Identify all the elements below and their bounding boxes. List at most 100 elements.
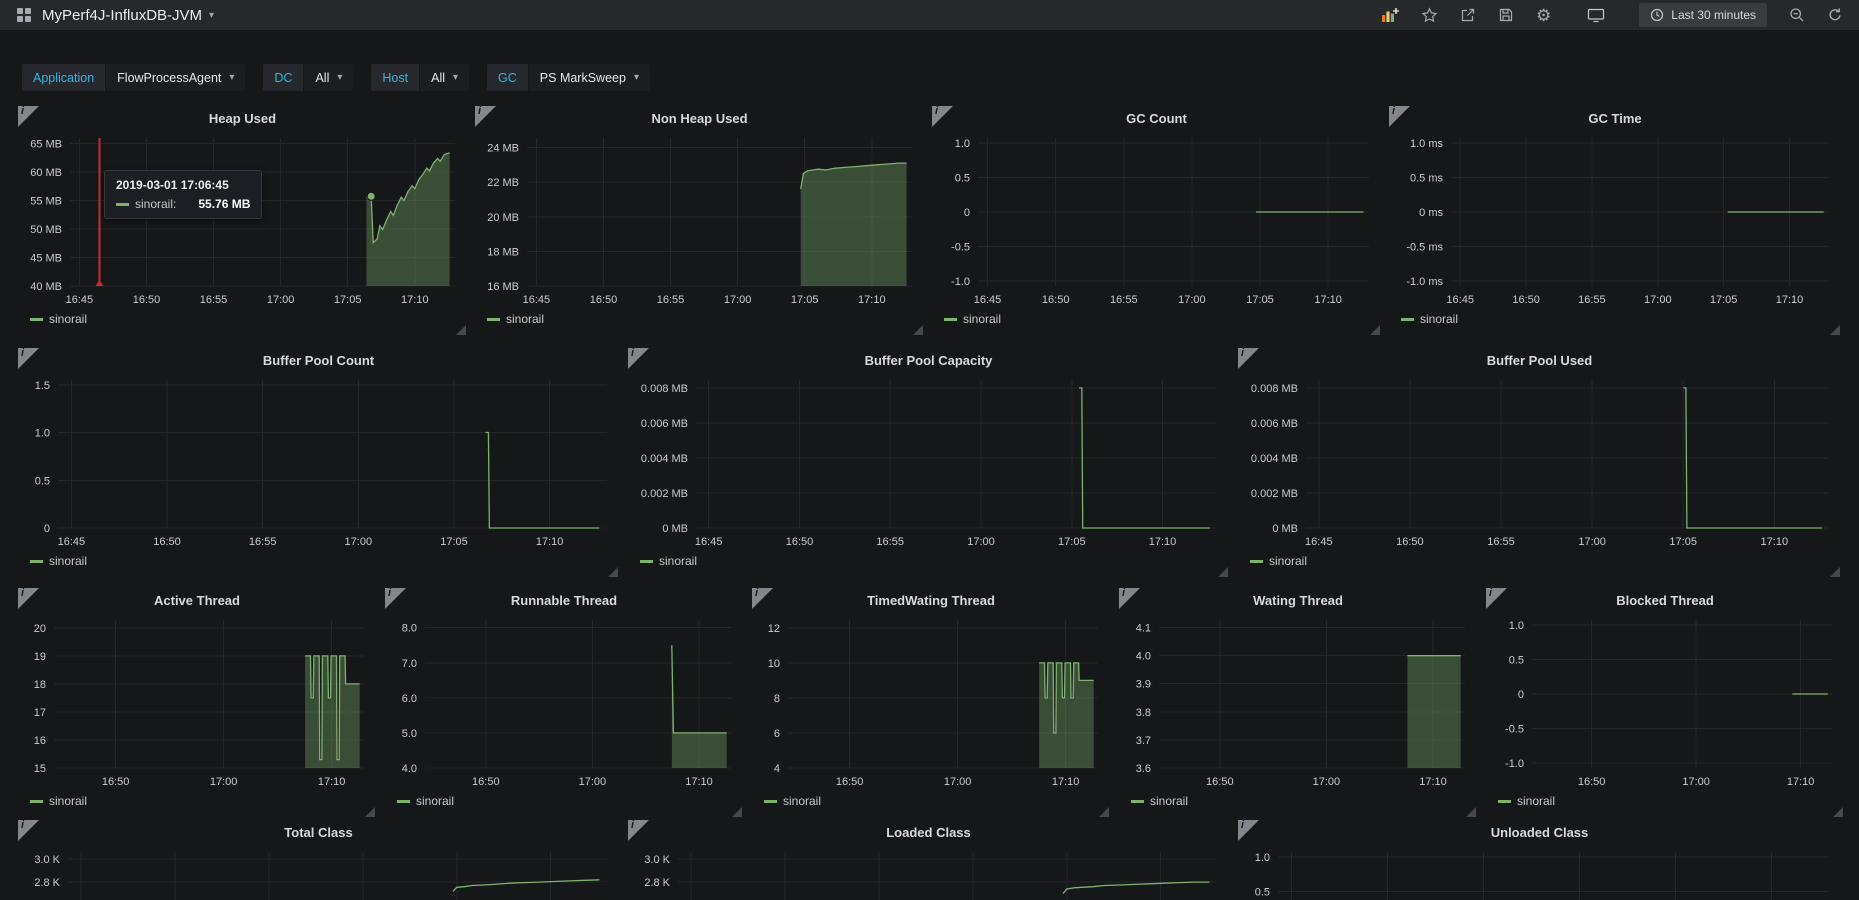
panel-chart[interactable]: 16:45 16:50 16:55 17:00 17:05 17:10 0.008 MB 0.…	[1238, 376, 1841, 552]
variable-value-dropdown[interactable]: All	[303, 64, 354, 91]
legend-series-label[interactable]: sinorail	[49, 794, 87, 808]
panel-title[interactable]: Wating Thread	[1119, 588, 1477, 614]
panel-info-icon[interactable]	[18, 819, 39, 841]
panel-chart[interactable]: 16:45 16:50 16:55 17:00 17:05 17:10 1.5 1.0 0.5 0	[18, 376, 619, 552]
legend-series-label[interactable]: sinorail	[49, 554, 87, 568]
panel-chart[interactable]: 16:4516:5016:5517:0017:0517:103.0 K2.8 K…	[628, 848, 1229, 900]
time-range-button[interactable]: Last 30 minutes	[1639, 3, 1767, 27]
panel-chart[interactable]: 16:50 17:00 17:10 4.1 4.0 3.9 3.8 3.7 3.6	[1119, 616, 1477, 792]
panel-resize-handle[interactable]	[1830, 567, 1840, 577]
variable-value-dropdown[interactable]: FlowProcessAgent	[105, 64, 246, 91]
panel-resize-handle[interactable]	[1830, 325, 1840, 335]
panel-info-icon[interactable]	[628, 347, 649, 369]
panel-resize-handle[interactable]	[913, 325, 923, 335]
variable-label[interactable]: DC	[263, 64, 304, 91]
variable-value-dropdown[interactable]: PS MarkSweep	[527, 64, 650, 91]
panel-chart[interactable]: 16:4516:5016:5517:0017:0517:103.0 K2.8 K…	[18, 848, 619, 900]
panel-info-icon[interactable]	[1389, 105, 1410, 127]
settings-icon[interactable]: ⚙	[1536, 7, 1551, 24]
variable-label[interactable]: Application	[22, 64, 106, 91]
tv-icon[interactable]	[1587, 7, 1605, 23]
panel-info-icon[interactable]	[932, 105, 953, 127]
legend-series-label[interactable]: sinorail	[1517, 794, 1555, 808]
panel-info-icon[interactable]	[1238, 819, 1259, 841]
panel-title[interactable]: Buffer Pool Capacity	[628, 348, 1229, 374]
panel-info-icon[interactable]	[475, 105, 496, 127]
dashboard-title[interactable]: MyPerf4J-InfluxDB-JVM	[42, 7, 202, 24]
legend-series-label[interactable]: sinorail	[1150, 794, 1188, 808]
panel-resize-handle[interactable]	[1466, 807, 1476, 817]
panel-chart[interactable]: 16:45 16:50 16:55 17:00 17:05 17:10 40 MB 45 MB…	[18, 134, 467, 310]
panel-resize-handle[interactable]	[732, 807, 742, 817]
panel-chart[interactable]: 16:45 16:50 16:55 17:00 17:05 17:10 16 MB 18 MB…	[475, 134, 924, 310]
panel-chart[interactable]: 16:4516:5016:5517:0017:0517:101.00.50-0.…	[1238, 848, 1841, 900]
legend-series-label[interactable]: sinorail	[963, 312, 1001, 326]
panel-chart[interactable]: 16:4516:5016:5517:0017:0517:101.00.50-0.…	[932, 134, 1381, 310]
variable-host: Host All	[371, 64, 470, 91]
panel-resize-handle[interactable]	[456, 325, 466, 335]
panel-title[interactable]: Loaded Class	[628, 820, 1229, 846]
legend-series-label[interactable]: sinorail	[1269, 554, 1307, 568]
panel-resize-handle[interactable]	[1833, 807, 1843, 817]
panel-title[interactable]: Buffer Pool Used	[1238, 348, 1841, 374]
legend-series-label[interactable]: sinorail	[49, 312, 87, 326]
y-axis-tick-label: -1.0	[1505, 758, 1524, 770]
panel-title[interactable]: Total Class	[18, 820, 619, 846]
add-panel-icon[interactable]	[1381, 7, 1400, 23]
panel-title[interactable]: Runnable Thread	[385, 588, 743, 614]
x-axis-tick-label: 16:45	[58, 536, 86, 548]
y-axis-tick-label: 55 MB	[30, 196, 62, 208]
x-axis-tick-label: 16:50	[472, 776, 500, 788]
panel-resize-handle[interactable]	[1218, 567, 1228, 577]
panel-legend: sinorail	[944, 312, 1001, 326]
panel-resize-handle[interactable]	[1370, 325, 1380, 335]
share-icon[interactable]	[1460, 7, 1476, 23]
panel-title[interactable]: GC Count	[932, 106, 1381, 132]
panel-info-icon[interactable]	[18, 105, 39, 127]
panel-info-icon[interactable]	[18, 587, 39, 609]
panel-info-icon[interactable]	[1119, 587, 1140, 609]
panel-info-icon[interactable]	[18, 347, 39, 369]
grafana-menu-icon[interactable]	[16, 7, 32, 23]
panel-chart[interactable]: 16:50 17:00 17:10 12 10 8 6 4	[752, 616, 1110, 792]
legend-series-label[interactable]: sinorail	[659, 554, 697, 568]
panel-info-icon[interactable]	[752, 587, 773, 609]
panel-title[interactable]: Buffer Pool Count	[18, 348, 619, 374]
x-axis-tick-label: 16:50	[1042, 294, 1070, 306]
panel-chart[interactable]: 16:50 17:00 17:10 1.0 0.5 0 -0.5 -1.0	[1486, 616, 1844, 792]
y-axis-tick-label: 0 MB	[1272, 523, 1298, 535]
panel-title[interactable]: Heap Used	[18, 106, 467, 132]
variable-value-dropdown[interactable]: All	[419, 64, 470, 91]
panel-title[interactable]: Non Heap Used	[475, 106, 924, 132]
panel-resize-handle[interactable]	[608, 567, 618, 577]
panel-info-icon[interactable]	[628, 819, 649, 841]
y-axis-tick-label: 19	[34, 651, 46, 663]
x-axis-tick-label: 17:00	[944, 776, 972, 788]
panel-chart[interactable]: 16:50 17:00 17:10 20 19 18 17 16 15	[18, 616, 376, 792]
legend-series-label[interactable]: sinorail	[506, 312, 544, 326]
variable-label[interactable]: GC	[487, 64, 528, 91]
y-axis-tick-label: 15	[34, 763, 46, 775]
dashboard-dropdown-caret[interactable]	[209, 10, 214, 21]
variable-label[interactable]: Host	[371, 64, 420, 91]
panel-title[interactable]: Unloaded Class	[1238, 820, 1841, 846]
legend-series-label[interactable]: sinorail	[1420, 312, 1458, 326]
panel-chart[interactable]: 16:45 16:50 16:55 17:00 17:05 17:10 1.0 ms 0.5 …	[1389, 134, 1841, 310]
panel-info-icon[interactable]	[1486, 587, 1507, 609]
panel-info-icon[interactable]	[385, 587, 406, 609]
panel-chart[interactable]: 16:45 16:50 16:55 17:00 17:05 17:10 0.008 MB 0.…	[628, 376, 1229, 552]
panel-resize-handle[interactable]	[1099, 807, 1109, 817]
panel-title[interactable]: GC Time	[1389, 106, 1841, 132]
panel-title[interactable]: Active Thread	[18, 588, 376, 614]
panel-resize-handle[interactable]	[365, 807, 375, 817]
refresh-icon[interactable]	[1827, 7, 1843, 23]
panel-info-icon[interactable]	[1238, 347, 1259, 369]
legend-series-label[interactable]: sinorail	[416, 794, 454, 808]
zoom-out-icon[interactable]	[1789, 7, 1805, 23]
star-icon[interactable]	[1421, 7, 1438, 23]
legend-series-label[interactable]: sinorail	[783, 794, 821, 808]
panel-title[interactable]: TimedWating Thread	[752, 588, 1110, 614]
panel-chart[interactable]: 16:50 17:00 17:10 8.0 7.0 6.0 5.0 4.0	[385, 616, 743, 792]
save-icon[interactable]	[1498, 7, 1514, 23]
panel-title[interactable]: Blocked Thread	[1486, 588, 1844, 614]
